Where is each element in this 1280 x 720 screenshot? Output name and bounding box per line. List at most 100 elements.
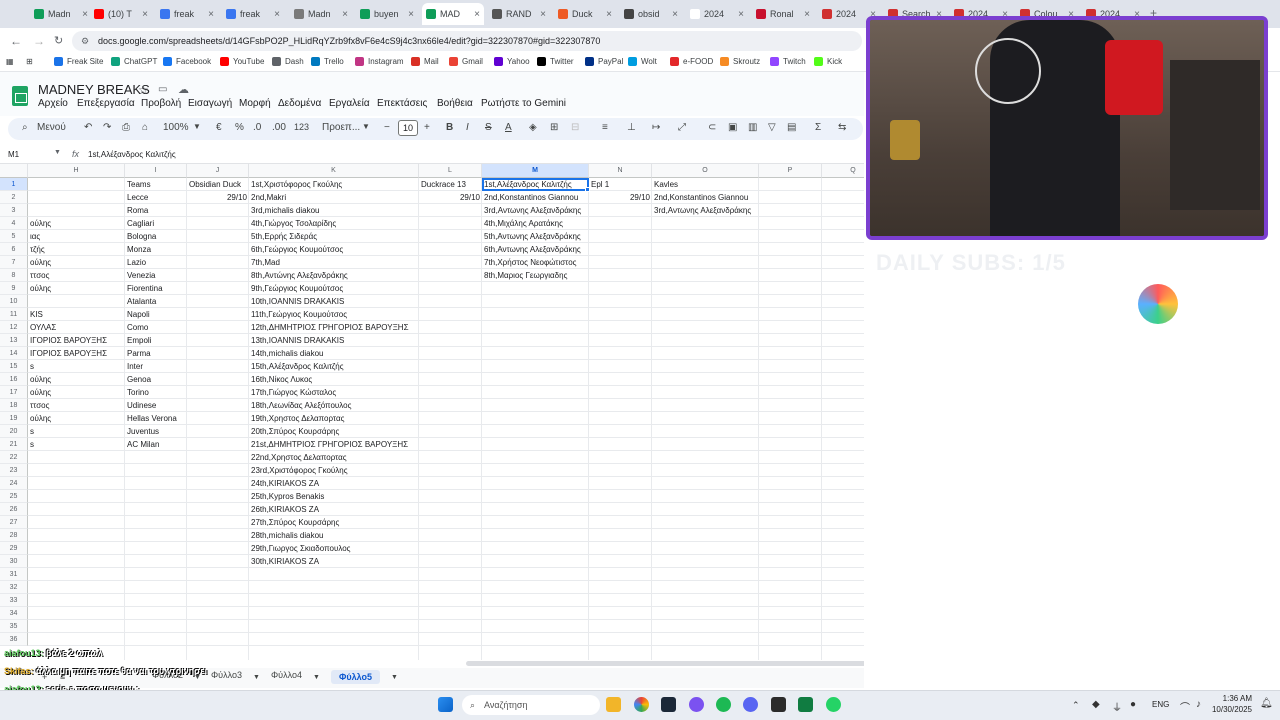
table-cell[interactable]: AC Milan xyxy=(125,438,187,451)
column-header[interactable]: L xyxy=(419,164,482,178)
tray-status-icon[interactable]: ● xyxy=(1130,699,1136,710)
tab-close-icon[interactable]: × xyxy=(274,9,280,20)
row-header[interactable]: 19 xyxy=(0,412,28,425)
table-cell[interactable]: 2nd,Makri xyxy=(249,191,419,204)
row-header[interactable]: 17 xyxy=(0,386,28,399)
chrome-icon[interactable] xyxy=(634,697,649,712)
zoom-select[interactable]: 100% xyxy=(163,122,189,133)
table-cell[interactable]: 5th,Ερρής Σιδεράς xyxy=(249,230,419,243)
table-cell[interactable]: 4th,Γιώργος Τσολαρίδης xyxy=(249,217,419,230)
file-explorer-icon[interactable] xyxy=(606,697,621,712)
menu-item[interactable]: Μορφή xyxy=(239,98,271,109)
table-cell[interactable]: Torino xyxy=(125,386,187,399)
bookmark-item[interactable]: ChatGPT xyxy=(111,57,157,66)
table-cell[interactable]: 14th,michalis diakou xyxy=(249,347,419,360)
strikethrough-button[interactable]: S xyxy=(485,122,492,133)
sheets-logo-icon[interactable] xyxy=(12,86,28,106)
table-cell[interactable]: 26th,KIRIAKOS ZA xyxy=(249,503,419,516)
table-cell[interactable]: 18th,Λεωνίδας Αλεξόπουλος xyxy=(249,399,419,412)
bookmark-item[interactable]: Dash xyxy=(272,57,304,66)
row-header[interactable]: 24 xyxy=(0,477,28,490)
table-cell[interactable]: Como xyxy=(125,321,187,334)
bookmark-item[interactable]: Wolt xyxy=(628,57,657,66)
insert-chart-icon[interactable]: ▥ xyxy=(748,122,757,133)
table-cell[interactable]: Duckrace 13 xyxy=(419,178,482,191)
table-cell[interactable]: Monza xyxy=(125,243,187,256)
menu-item[interactable]: Εργαλεία xyxy=(329,98,370,109)
excel-icon[interactable] xyxy=(798,697,813,712)
bookmark-item[interactable]: Twitch xyxy=(770,57,806,66)
tab-close-icon[interactable]: × xyxy=(540,9,546,20)
table-cell[interactable]: ττσος xyxy=(28,269,125,282)
menu-item[interactable]: Προβολή xyxy=(141,98,181,109)
row-header[interactable]: 36 xyxy=(0,633,28,646)
table-cell[interactable]: s xyxy=(28,425,125,438)
row-header[interactable]: 34 xyxy=(0,607,28,620)
browser-tab[interactable]: MAD × xyxy=(422,3,484,25)
column-header[interactable]: O xyxy=(652,164,759,178)
italic-button[interactable]: I xyxy=(466,122,469,133)
tab-close-icon[interactable]: × xyxy=(408,9,414,20)
menu-item[interactable]: Επεκτάσεις xyxy=(377,98,427,109)
browser-tab[interactable]: 2024 × xyxy=(686,3,748,25)
reload-icon[interactable]: ↻ xyxy=(54,34,63,47)
browser-tab[interactable]: obsid × xyxy=(620,3,682,25)
table-cell[interactable]: 7th,Χρήστος Νεοφώτιστος xyxy=(482,256,589,269)
column-header[interactable]: Q xyxy=(822,164,864,178)
table-cell[interactable]: 29/10 xyxy=(187,191,249,204)
tab-close-icon[interactable]: × xyxy=(342,9,348,20)
table-cell[interactable]: ττσος xyxy=(28,399,125,412)
table-cell[interactable]: ούλης xyxy=(28,256,125,269)
menu-item[interactable]: Επεξεργασία xyxy=(77,98,135,109)
table-cell[interactable]: 4th,Μιχάλης Αρατάκης xyxy=(482,217,589,230)
table-cell[interactable]: 3rd,Αντωνης Αλεξανδράκης xyxy=(652,204,759,217)
table-cell[interactable]: 12th,ΔΗΜΗΤΡΙΟΣ ΓΡΗΓΟΡΙΟΣ ΒΑΡΟΥΞΗΣ xyxy=(249,321,419,334)
row-header[interactable]: 13 xyxy=(0,334,28,347)
table-cell[interactable]: 2nd,Konstantinos Giannou xyxy=(482,191,589,204)
undo-icon[interactable]: ↶ xyxy=(84,122,92,133)
menu-item[interactable]: Αρχείο xyxy=(38,98,68,109)
fill-color-icon[interactable]: ◈ xyxy=(529,122,537,133)
table-cell[interactable]: 2nd,Konstantinos Giannou xyxy=(652,191,759,204)
table-cell[interactable]: s xyxy=(28,360,125,373)
table-cell[interactable]: ούλης xyxy=(28,412,125,425)
apps-icon[interactable]: ▦ xyxy=(6,57,14,66)
row-header[interactable]: 2 xyxy=(0,191,28,204)
table-cell[interactable]: 9th,Γεώργιος Κουμούτσος xyxy=(249,282,419,295)
tab-close-icon[interactable]: × xyxy=(804,9,810,20)
formula-input[interactable]: 1st,Αλέξανδρος Καλιτζής xyxy=(88,150,176,159)
table-cell[interactable]: 10th,IOANNIS DRAKAKIS xyxy=(249,295,419,308)
address-bar[interactable]: ⚙ docs.google.com/spreadsheets/d/14GFsbP… xyxy=(72,31,862,51)
decrease-decimal-button[interactable]: .0 xyxy=(253,122,261,133)
percent-button[interactable]: % xyxy=(235,122,244,133)
text-wrap-icon[interactable]: ↦ xyxy=(652,122,660,133)
row-header[interactable]: 23 xyxy=(0,464,28,477)
row-header[interactable]: 11 xyxy=(0,308,28,321)
table-cell[interactable]: Roma xyxy=(125,204,187,217)
spreadsheet-grid[interactable]: H I J K L M N O P Q 1 2 3 4 5 6 7 8 9 10 11 12 13 14 15 16 17 18 19 2… xyxy=(0,164,864,660)
bookmark-item[interactable]: Facebook xyxy=(163,57,211,66)
browser-tab[interactable]: freak × xyxy=(156,3,218,25)
menu-item[interactable]: Εισαγωγή xyxy=(188,98,232,109)
table-cell[interactable]: 6th,Γεώργιος Κουμούτσος xyxy=(249,243,419,256)
app-icon[interactable] xyxy=(771,697,786,712)
table-cell[interactable]: Juventus xyxy=(125,425,187,438)
table-cell[interactable]: 24th,KIRIAKOS ZA xyxy=(249,477,419,490)
tab-close-icon[interactable]: × xyxy=(738,9,744,20)
font-select[interactable]: Προεπ... xyxy=(322,122,360,133)
table-cell[interactable]: Udinese xyxy=(125,399,187,412)
row-header[interactable]: 1 xyxy=(0,178,28,191)
table-cell[interactable]: Napoli xyxy=(125,308,187,321)
search-menus-icon[interactable]: ⌕ xyxy=(22,122,28,133)
table-cell[interactable]: τζής xyxy=(28,243,125,256)
font-chevron-icon[interactable]: ▼ xyxy=(362,122,370,131)
table-cell[interactable]: 13th,IOANNIS DRAKAKIS xyxy=(249,334,419,347)
increase-decimal-button[interactable]: .00 xyxy=(272,122,286,133)
clock-time[interactable]: 1:36 AM xyxy=(1212,694,1252,703)
search-menus-label[interactable]: Μενού xyxy=(37,122,66,133)
tab-close-icon[interactable]: × xyxy=(672,9,678,20)
table-cell[interactable]: 21st,ΔΗΜΗΤΡΙΟΣ ΓΡΗΓΟΡΙΟΣ ΒΑΡΟΥΞΗΣ xyxy=(249,438,419,451)
table-cell[interactable]: Genoa xyxy=(125,373,187,386)
row-header[interactable]: 35 xyxy=(0,620,28,633)
table-cell[interactable]: Empoli xyxy=(125,334,187,347)
